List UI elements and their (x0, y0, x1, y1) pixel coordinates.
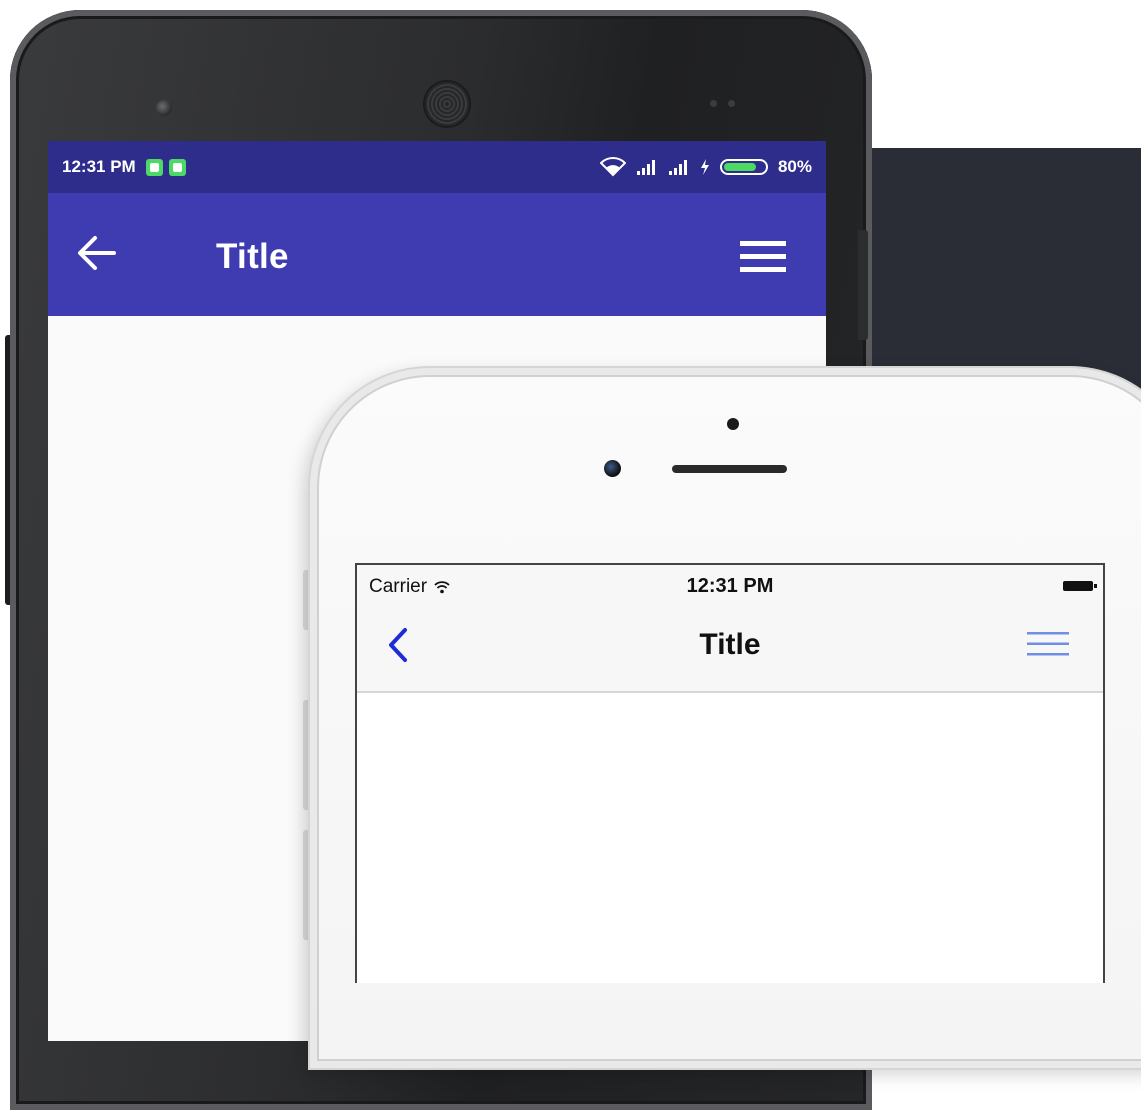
notification-icon (145, 158, 163, 176)
iphone-front-camera (604, 460, 621, 477)
battery-level-fill (723, 163, 756, 171)
signal-icon (668, 160, 687, 175)
wifi-icon (599, 157, 626, 177)
hamburger-menu-icon[interactable] (740, 241, 786, 273)
iphone-proximity-sensor (727, 418, 739, 430)
charging-icon (700, 159, 709, 175)
arrow-left-icon[interactable] (76, 235, 116, 271)
battery-icon (719, 159, 768, 175)
android-sensor (728, 100, 735, 107)
android-battery-percent: 80% (777, 157, 812, 176)
android-front-camera (156, 100, 172, 116)
battery-icon (1063, 581, 1097, 591)
notification-icon (168, 158, 186, 176)
ios-nav-title: Title (699, 628, 761, 661)
android-earpiece-speaker (425, 82, 469, 126)
android-sensor (710, 100, 717, 107)
ios-navigation-area: Carrier 12:31 PM Title (357, 565, 1103, 693)
android-status-time: 12:31 PM (62, 157, 136, 176)
iphone-earpiece-speaker (672, 465, 787, 473)
signal-icon (636, 160, 655, 175)
android-app-bar-title: Title (216, 237, 289, 276)
android-status-bar: 12:31 PM 80% (48, 141, 826, 193)
android-power-button (858, 230, 868, 340)
ios-status-time: 12:31 PM (686, 575, 774, 597)
android-app-bar: Title (48, 193, 826, 316)
iphone-screen: Carrier 12:31 PM Title (355, 563, 1105, 983)
hamburger-menu-icon[interactable] (1027, 631, 1069, 657)
